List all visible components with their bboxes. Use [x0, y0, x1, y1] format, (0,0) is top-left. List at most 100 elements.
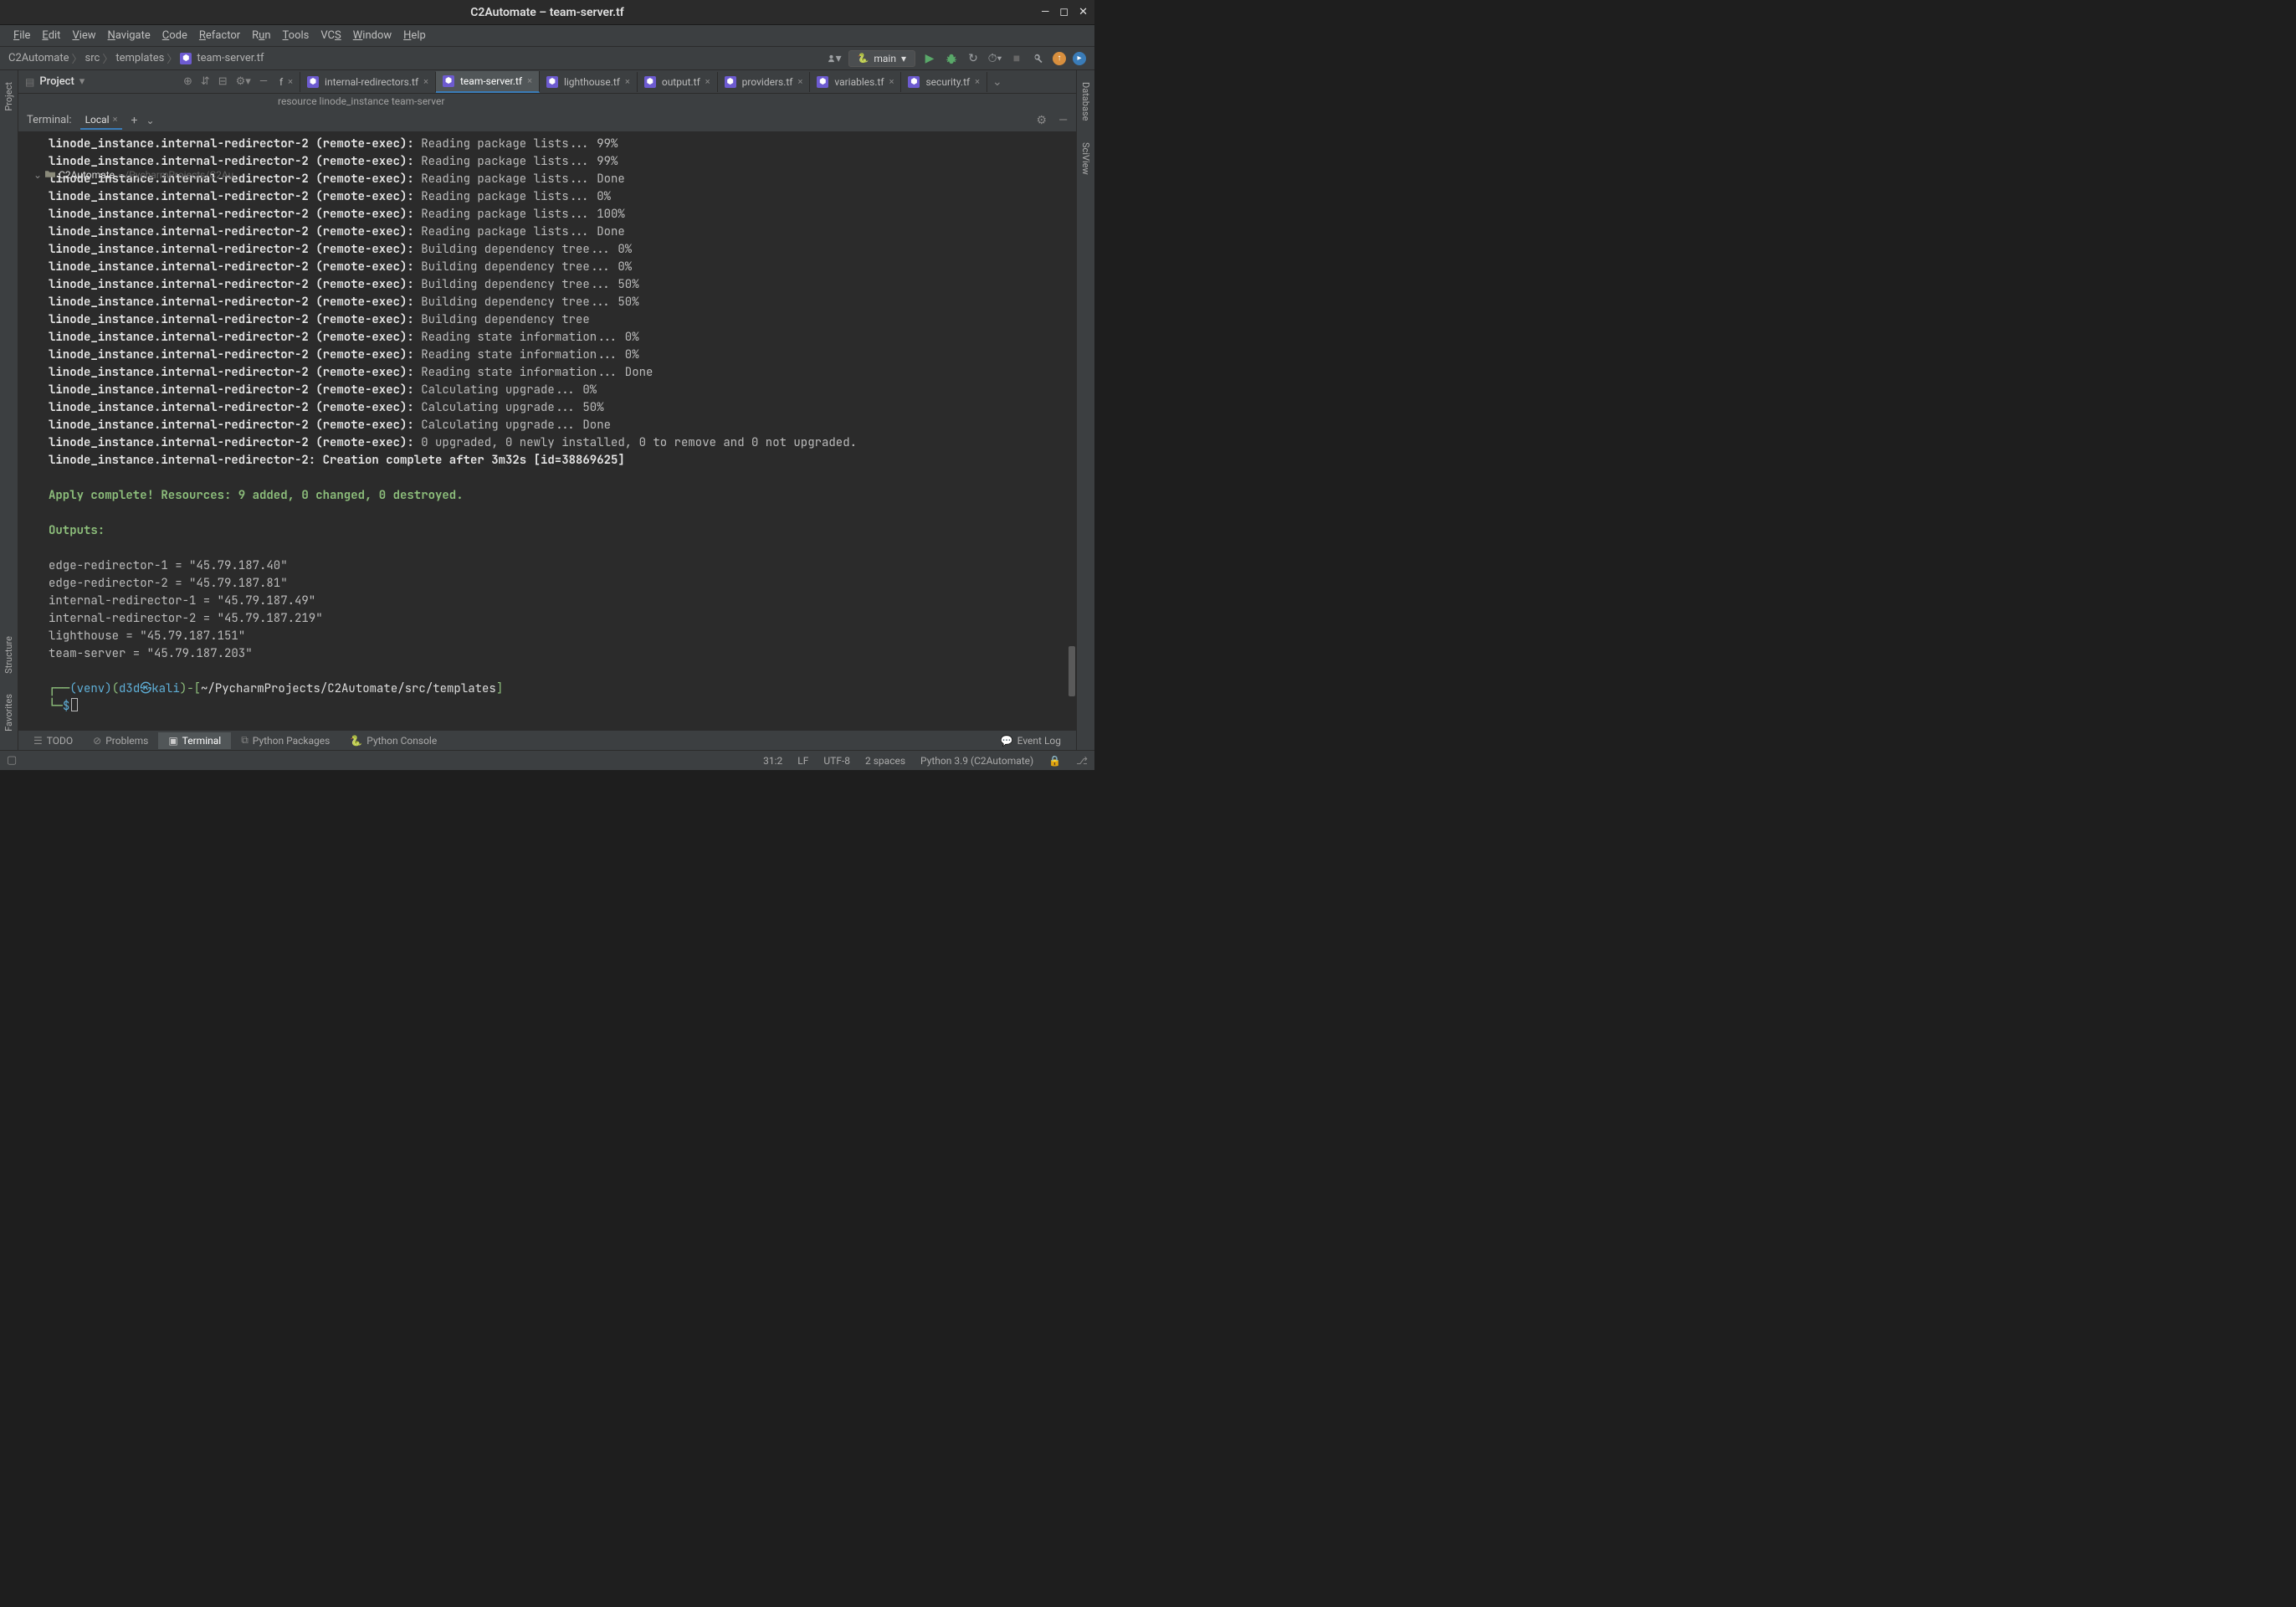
speech-icon: 💬 — [1001, 735, 1013, 747]
navbar-right: ▾ 🐍 main ▾ ▶ ↻ ⏱▾ ■ ↑ ▸ — [827, 50, 1086, 67]
python-icon: 🐍 — [858, 53, 869, 64]
menu-view[interactable]: View — [67, 27, 100, 44]
btab-todo[interactable]: ☰TODO — [23, 732, 83, 749]
maximize-icon[interactable]: ◻ — [1059, 6, 1069, 18]
python-icon: 🐍 — [350, 735, 362, 747]
terminal-line: linode_instance.internal-redirector-2 (r… — [49, 382, 1069, 399]
btab-python-packages[interactable]: ⧉Python Packages — [231, 732, 340, 749]
status-eol[interactable]: LF — [797, 755, 808, 767]
breadcrumb-src[interactable]: src — [85, 52, 100, 64]
btab-terminal[interactable]: ▣Terminal — [158, 732, 231, 749]
update-icon[interactable]: ↑ — [1053, 52, 1066, 65]
project-tree-root[interactable]: ⌄ C2Automate ~/PycharmProjects/C2Au — [33, 169, 233, 181]
hide-icon[interactable]: — — [1058, 114, 1068, 127]
menu-run[interactable]: Run — [247, 27, 275, 44]
close-icon[interactable]: × — [527, 75, 532, 86]
breadcrumb-root[interactable]: C2Automate — [8, 52, 69, 64]
side-project[interactable]: Project — [2, 75, 16, 118]
search-icon[interactable] — [1031, 51, 1046, 66]
tab-providers[interactable]: ⬢providers.tf× — [718, 72, 811, 92]
packages-icon: ⧉ — [241, 734, 249, 747]
side-structure[interactable]: Structure — [2, 629, 16, 680]
menu-refactor[interactable]: Refactor — [194, 27, 245, 44]
close-icon[interactable]: × — [113, 114, 118, 125]
close-icon[interactable]: × — [705, 76, 710, 87]
status-indent[interactable]: 2 spaces — [865, 755, 905, 767]
user-icon[interactable]: ▾ — [827, 51, 842, 66]
tab-variables[interactable]: ⬢variables.tf× — [810, 72, 901, 92]
close-icon[interactable]: × — [288, 76, 293, 87]
collapse-icon[interactable]: ⊟ — [218, 75, 228, 88]
terminal-tab-local[interactable]: Local × — [80, 111, 123, 130]
breadcrumb-templates[interactable]: templates — [115, 52, 164, 64]
hide-icon[interactable]: — — [259, 75, 268, 88]
project-tool-label[interactable]: Project — [39, 75, 74, 88]
expand-icon[interactable]: ⇵ — [201, 75, 210, 88]
gear-icon[interactable]: ⚙▾ — [236, 75, 251, 88]
terraform-icon: ⬢ — [307, 76, 319, 88]
event-log-button[interactable]: 💬Event Log — [991, 732, 1071, 749]
terraform-icon: ⬢ — [546, 76, 558, 88]
tab-internal-redirectors[interactable]: ⬢internal-redirectors.tf× — [300, 72, 436, 92]
tabs-overflow-icon[interactable]: ⌄ — [992, 75, 1002, 89]
close-icon[interactable]: × — [797, 76, 802, 87]
terraform-icon: ⬢ — [644, 76, 656, 88]
menu-help[interactable]: Help — [398, 27, 431, 44]
side-favorites[interactable]: Favorites — [2, 687, 16, 738]
branch-icon[interactable]: ⎇ — [1076, 755, 1088, 767]
debug-icon[interactable] — [944, 51, 959, 66]
side-database[interactable]: Database — [1079, 75, 1093, 127]
breadcrumb: C2Automate 〉 src 〉 templates 〉 ⬢ team-se… — [8, 50, 264, 66]
scrollbar[interactable] — [1067, 132, 1075, 730]
tab-team-server[interactable]: ⬢team-server.tf× — [436, 71, 540, 93]
terminal-outputs-header: Outputs: — [49, 522, 1069, 540]
breadcrumb-sep: 〉 — [72, 50, 83, 66]
breadcrumb-file[interactable]: team-server.tf — [197, 52, 264, 64]
terminal-output-line: edge-redirector-2 = "45.79.187.81" — [49, 575, 1069, 593]
tab-security[interactable]: ⬢security.tf× — [901, 72, 987, 92]
locate-icon[interactable]: ⊕ — [183, 75, 192, 88]
status-caret[interactable]: 31:2 — [763, 755, 782, 767]
close-icon[interactable]: ✕ — [1079, 6, 1088, 18]
profile-icon[interactable]: ⏱▾ — [987, 51, 1002, 66]
close-icon[interactable]: × — [889, 76, 894, 87]
terminal-prompt-cursor[interactable]: └─$ — [49, 698, 1069, 716]
close-icon[interactable]: × — [423, 76, 428, 87]
menu-vcs[interactable]: VCS — [315, 27, 346, 44]
ide-features-icon[interactable]: ▸ — [1073, 52, 1086, 65]
menu-window[interactable]: Window — [348, 27, 397, 44]
terminal-dropdown-icon[interactable]: ⌄ — [146, 115, 154, 126]
terminal-line: linode_instance.internal-redirector-2 (r… — [49, 259, 1069, 276]
gear-icon[interactable]: ⚙ — [1037, 114, 1048, 127]
tool-windows-icon[interactable]: ▢ — [7, 754, 17, 767]
editor-tabs: f× ⬢internal-redirectors.tf× ⬢team-serve… — [273, 71, 1069, 93]
coverage-icon[interactable]: ↻ — [966, 51, 981, 66]
menu-code[interactable]: Code — [157, 27, 192, 44]
status-encoding[interactable]: UTF-8 — [823, 755, 850, 767]
minimize-icon[interactable]: — — [1041, 6, 1049, 18]
chevron-down-icon: ⌄ — [33, 169, 42, 181]
btab-python-console[interactable]: 🐍Python Console — [340, 732, 447, 749]
main-layout: Project Structure Favorites ▤ Project ▾ … — [0, 70, 1094, 750]
menu-tools[interactable]: Tools — [278, 27, 315, 44]
terminal-line: linode_instance.internal-redirector-2 (r… — [49, 294, 1069, 311]
run-config-selector[interactable]: 🐍 main ▾ — [848, 50, 915, 67]
editor-breadcrumb-text[interactable]: resource linode_instance team-server — [278, 95, 444, 107]
status-interpreter[interactable]: Python 3.9 (C2Automate) — [920, 755, 1033, 767]
chevron-down-icon[interactable]: ▾ — [79, 75, 85, 88]
menu-file[interactable]: File — [8, 27, 35, 44]
stop-icon[interactable]: ■ — [1009, 51, 1024, 66]
tab-output[interactable]: ⬢output.tf× — [638, 72, 718, 92]
tab-lighthouse[interactable]: ⬢lighthouse.tf× — [540, 72, 638, 92]
side-sciview[interactable]: SciView — [1079, 136, 1093, 182]
close-icon[interactable]: × — [625, 76, 630, 87]
terminal-body[interactable]: linode_instance.internal-redirector-2 (r… — [18, 132, 1076, 730]
run-icon[interactable]: ▶ — [922, 51, 937, 66]
menu-edit[interactable]: Edit — [37, 27, 65, 44]
close-icon[interactable]: × — [975, 76, 980, 87]
btab-problems[interactable]: ⊘Problems — [83, 732, 158, 749]
tab-f[interactable]: f× — [273, 72, 300, 92]
menu-navigate[interactable]: Navigate — [103, 27, 156, 44]
add-terminal-icon[interactable]: + — [131, 114, 137, 127]
lock-icon[interactable]: 🔒 — [1048, 755, 1061, 767]
